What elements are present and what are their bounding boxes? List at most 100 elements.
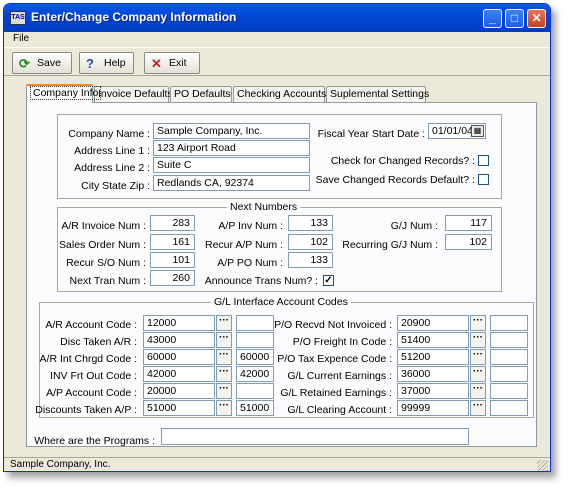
gl-right-code-field[interactable]: 51400 <box>397 332 469 348</box>
app-icon: TAS <box>10 11 26 25</box>
help-button[interactable]: ? Help <box>79 52 134 74</box>
gl-left-code-field[interactable]: 60000 <box>143 349 215 365</box>
gl-right-extra-field[interactable] <box>490 366 528 382</box>
gl-left-code-field[interactable]: 12000 <box>143 315 215 331</box>
fiscal-year-field[interactable]: 01/01/04 ▦ <box>428 123 486 139</box>
lookup-button[interactable]: ··· <box>216 349 232 365</box>
programs-label: Where are the Programs : <box>34 435 155 447</box>
resize-grip[interactable] <box>537 460 548 471</box>
window-title: Enter/Change Company Information <box>31 10 237 24</box>
recurring-gj-field[interactable]: 102 <box>445 234 492 250</box>
tab-panel: Company Name : Sample Company, Inc. Addr… <box>26 102 537 447</box>
gl-left-extra-field[interactable] <box>236 315 274 331</box>
gl-left-label: INV Frt Out Code : <box>50 370 137 382</box>
address1-field[interactable]: 123 Airport Road <box>153 140 310 156</box>
gl-codes-title: G/L Interface Account Codes <box>211 296 351 308</box>
next-tran-field[interactable]: 260 <box>150 270 195 286</box>
main-window: TAS Enter/Change Company Information _ □… <box>3 3 551 472</box>
fiscal-year-label: Fiscal Year Start Date : <box>317 128 425 140</box>
sales-order-field[interactable]: 161 <box>150 234 195 250</box>
programs-field[interactable] <box>161 428 469 445</box>
lookup-button[interactable]: ··· <box>470 332 486 348</box>
calendar-icon[interactable]: ▦ <box>471 125 484 137</box>
check-changed-checkbox[interactable] <box>478 155 489 166</box>
lookup-button[interactable]: ··· <box>216 332 232 348</box>
tab-suplemental-settings[interactable]: Suplemental Settings <box>326 86 429 102</box>
ap-po-label: A/P PO Num : <box>217 257 283 269</box>
ap-po-field[interactable]: 133 <box>288 252 333 268</box>
maximize-button[interactable]: □ <box>505 9 524 28</box>
lookup-button[interactable]: ··· <box>216 383 232 399</box>
gj-num-field[interactable]: 117 <box>445 215 492 231</box>
menu-file[interactable]: File <box>13 33 29 44</box>
tab-po-defaults[interactable]: PO Defaults <box>170 86 232 102</box>
tab-company-info[interactable]: Company Info <box>26 84 102 103</box>
gl-right-code-field[interactable]: 37000 <box>397 383 469 399</box>
minimize-button[interactable]: _ <box>483 9 502 28</box>
gj-num-label: G/J Num : <box>390 220 438 232</box>
gl-left-label: A/P Account Code : <box>46 387 137 399</box>
tab-strip: Company Info Invoice Defaults PO Default… <box>4 84 550 103</box>
gl-right-extra-field[interactable] <box>490 315 528 331</box>
lookup-button[interactable]: ··· <box>216 315 232 331</box>
city-state-zip-label: City State Zip : <box>81 180 150 192</box>
question-icon: ? <box>86 56 94 71</box>
toolbar: ⟳ Save ? Help ✕ Exit <box>4 47 550 76</box>
gl-left-label: A/R Int Chrgd Code : <box>39 353 137 365</box>
gl-left-extra-field[interactable]: 42000 <box>236 366 274 382</box>
tab-invoice-defaults[interactable]: Invoice Defaults <box>94 86 173 102</box>
close-button[interactable]: ✕ <box>527 9 546 28</box>
gl-left-extra-field[interactable] <box>236 383 274 399</box>
sales-order-label: Sales Order Num : <box>59 239 146 251</box>
gl-right-code-field[interactable]: 36000 <box>397 366 469 382</box>
gl-right-extra-field[interactable] <box>490 383 528 399</box>
gl-right-code-field[interactable]: 20900 <box>397 315 469 331</box>
address2-field[interactable]: Suite C <box>153 157 310 173</box>
recur-ap-field[interactable]: 102 <box>288 234 333 250</box>
address1-label: Address Line 1 : <box>74 145 150 157</box>
gl-left-extra-field[interactable] <box>236 332 274 348</box>
announce-checkbox[interactable]: ✓ <box>323 275 334 286</box>
gl-right-code-field[interactable]: 99999 <box>397 400 469 416</box>
recur-ap-label: Recur A/P Num : <box>204 239 283 251</box>
exit-button[interactable]: ✕ Exit <box>144 52 200 74</box>
gl-left-extra-field[interactable]: 51000 <box>236 400 274 416</box>
gl-right-code-field[interactable]: 51200 <box>397 349 469 365</box>
recurring-gj-label: Recurring G/J Num : <box>342 239 438 251</box>
refresh-icon: ⟳ <box>19 56 30 71</box>
ar-invoice-field[interactable]: 283 <box>150 215 195 231</box>
gl-right-label: P/O Freight In Code : <box>292 336 392 348</box>
ap-inv-label: A/P Inv Num : <box>218 220 283 232</box>
next-tran-label: Next Tran Num : <box>69 275 146 287</box>
gl-right-label: G/L Current Earnings : <box>287 370 392 382</box>
gl-left-label: A/R Account Code : <box>45 319 137 331</box>
gl-left-extra-field[interactable]: 60000 <box>236 349 274 365</box>
tab-checking-accounts[interactable]: Checking Accounts <box>233 86 326 102</box>
lookup-button[interactable]: ··· <box>470 383 486 399</box>
gl-left-code-field[interactable]: 20000 <box>143 383 215 399</box>
company-name-field[interactable]: Sample Company, Inc. <box>153 123 310 139</box>
title-bar[interactable]: TAS Enter/Change Company Information _ □… <box>4 4 550 32</box>
gl-left-code-field[interactable]: 42000 <box>143 366 215 382</box>
recur-so-label: Recur S/O Num : <box>66 257 146 269</box>
gl-right-extra-field[interactable] <box>490 332 528 348</box>
save-button[interactable]: ⟳ Save <box>12 52 72 74</box>
lookup-button[interactable]: ··· <box>216 366 232 382</box>
recur-so-field[interactable]: 101 <box>150 252 195 268</box>
announce-label: Announce Trans Num? : <box>204 275 318 287</box>
next-numbers-title: Next Numbers <box>227 201 301 213</box>
gl-left-code-field[interactable]: 51000 <box>143 400 215 416</box>
lookup-button[interactable]: ··· <box>470 400 486 416</box>
save-changed-checkbox[interactable] <box>478 174 489 185</box>
gl-right-extra-field[interactable] <box>490 349 528 365</box>
lookup-button[interactable]: ··· <box>470 349 486 365</box>
gl-right-extra-field[interactable] <box>490 400 528 416</box>
ap-inv-field[interactable]: 133 <box>288 215 333 231</box>
city-state-zip-field[interactable]: Redlands CA, 92374 <box>153 175 310 191</box>
lookup-button[interactable]: ··· <box>470 315 486 331</box>
gl-right-label: P/O Tax Expence Code : <box>277 353 392 365</box>
x-icon: ✕ <box>151 56 162 71</box>
lookup-button[interactable]: ··· <box>470 366 486 382</box>
lookup-button[interactable]: ··· <box>216 400 232 416</box>
gl-left-code-field[interactable]: 43000 <box>143 332 215 348</box>
